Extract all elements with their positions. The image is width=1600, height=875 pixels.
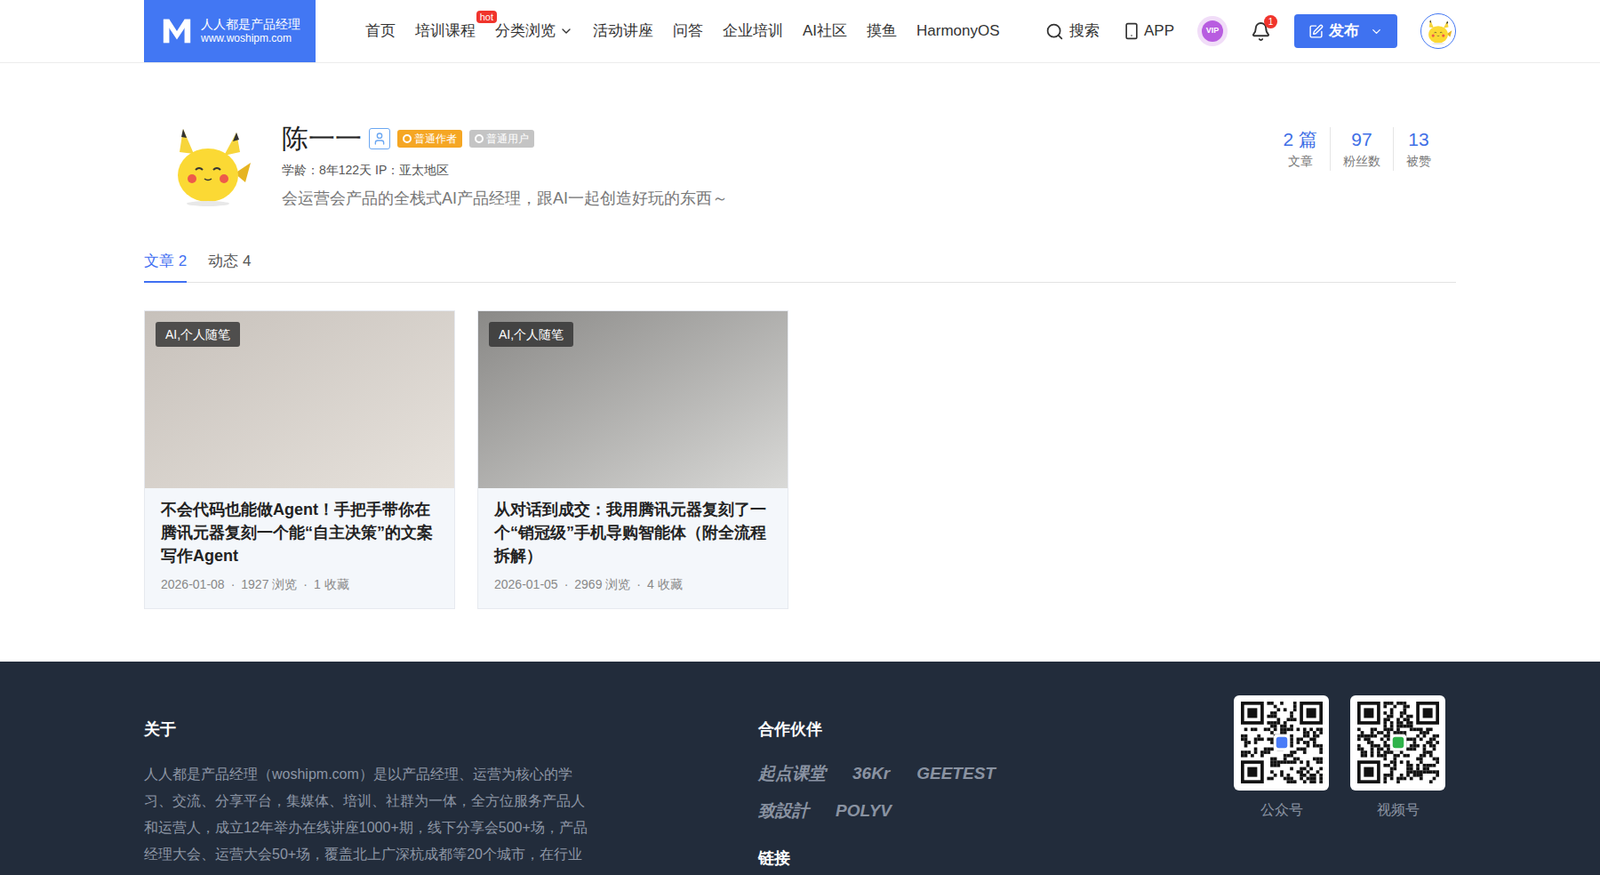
avatar-icon — [163, 120, 253, 209]
links-title: 链接 — [758, 847, 1132, 869]
article-card[interactable]: AI,个人随笔从对话到成交：我用腾讯元器复刻了一个“销冠级”手机导购智能体（附全… — [477, 310, 789, 609]
nav-item[interactable]: 首页 — [365, 19, 396, 43]
stat-label: 被赞 — [1406, 152, 1432, 171]
footer-qrcodes: 公众号 视频号 — [1233, 695, 1446, 869]
partner-logo[interactable]: POLYV — [835, 798, 892, 824]
partner-logo[interactable]: 起点课堂 — [758, 760, 826, 787]
footer: 关于人人都是产品经理（woshipm.com）是以产品经理、运营为核心的学习、交… — [0, 661, 1600, 875]
search-icon — [1045, 22, 1064, 41]
article-meta: 2026-01-08·1927 浏览·1 收藏 — [160, 575, 439, 594]
tab[interactable]: 动态 4 — [208, 249, 251, 283]
logo[interactable]: 人人都是产品经理www.woshipm.com — [144, 0, 316, 63]
partner-logo[interactable]: GEETEST — [916, 760, 996, 787]
nav-item[interactable]: 培训课程hot — [415, 19, 476, 43]
qr-code-icon — [1240, 701, 1323, 784]
article-card[interactable]: AI,个人随笔不会代码也能做Agent！手把手带你在腾讯元器复刻一个能“自主决策… — [144, 310, 456, 609]
publish-button[interactable]: 发布 — [1294, 14, 1398, 48]
avatar-icon — [1424, 16, 1453, 46]
partner-logo[interactable]: 致設計 — [758, 798, 809, 824]
hot-badge: hot — [476, 10, 497, 24]
about-line: 人人都是产品经理（woshipm.com）是以产品经理、运营为核心的学 — [144, 760, 642, 788]
notification-button[interactable]: 1 — [1250, 21, 1272, 42]
nav-item[interactable]: 问答 — [672, 19, 704, 43]
page: 人人都是产品经理www.woshipm.com 首页培训课程hot 分类浏览活动讲座… — [0, 0, 1600, 875]
app-button[interactable]: APP — [1122, 19, 1175, 43]
vip-badge[interactable]: VIP — [1197, 16, 1228, 47]
article-title[interactable]: 不会代码也能做Agent！手把手带你在腾讯元器复刻一个能“自主决策”的文案写作A… — [160, 497, 439, 568]
article-meta: 2026-01-05·2969 浏览·4 收藏 — [494, 575, 772, 594]
footer-partners: 合作伙伴起点课堂36KrGEETEST致設計POLYV链接 — [758, 718, 1132, 869]
qr-label: 视频号 — [1376, 799, 1420, 821]
stat-label: 文章 — [1288, 152, 1313, 171]
top-nav: 人人都是产品经理www.woshipm.com 首页培训课程hot 分类浏览活动讲座… — [0, 0, 1600, 64]
role-badge: 普通用户 — [469, 129, 535, 148]
partner-logo[interactable]: 36Kr — [852, 760, 890, 787]
profile-meta: 学龄：8年122天 IP：亚太地区 — [281, 160, 728, 180]
nav-item[interactable]: 企业培训 — [722, 19, 784, 43]
article-cover: AI,个人随笔 — [478, 311, 788, 488]
search-button[interactable]: 搜索 — [1045, 19, 1100, 43]
stat-value[interactable]: 13 — [1408, 127, 1429, 152]
user-avatar[interactable] — [1420, 13, 1456, 49]
logo-icon — [160, 14, 194, 48]
stat-value[interactable]: 97 — [1351, 127, 1372, 152]
about-line: 习、交流、分享平台，集媒体、培训、社群为一体，全方位服务产品人 — [144, 787, 642, 815]
nav-item[interactable]: HarmonyOS — [916, 19, 1000, 43]
caret-down-icon — [1369, 24, 1384, 39]
qr-code-icon — [1357, 701, 1440, 784]
profile-stats: 2 篇文章 97粉丝数 13被赞 — [1270, 120, 1444, 171]
phone-icon — [1122, 22, 1141, 40]
qr-label: 公众号 — [1260, 799, 1304, 821]
profile-name: 陈一一 — [281, 121, 362, 156]
tab-bar: 文章 2 动态 4 — [144, 249, 1456, 283]
notification-count: 1 — [1264, 15, 1278, 29]
article-list: AI,个人随笔不会代码也能做Agent！手把手带你在腾讯元器复刻一个能“自主决策… — [144, 310, 1456, 609]
about-line: 经理大会、运营大会50+场，覆盖北上广深杭成都等20个城市，在行业 — [144, 840, 642, 868]
article-title[interactable]: 从对话到成交：我用腾讯元器复刻了一个“销冠级”手机导购智能体（附全流程拆解） — [494, 497, 772, 568]
nav-item[interactable]: 活动讲座 — [592, 19, 654, 43]
article-tag: AI,个人随笔 — [488, 321, 574, 347]
nav-item[interactable]: 分类浏览 — [495, 19, 574, 43]
verified-icon — [368, 128, 391, 150]
stat-label: 粉丝数 — [1343, 152, 1381, 171]
logo-title: 人人都是产品经理 — [200, 16, 301, 32]
article-cover: AI,个人随笔 — [144, 311, 455, 488]
stat-value[interactable]: 2 篇 — [1282, 127, 1318, 152]
role-badge: 普通作者 — [397, 129, 463, 148]
about-line: 和运营人，成立12年举办在线讲座1000+期，线下分享会500+场，产品 — [144, 814, 642, 841]
chevron-down-icon — [559, 24, 574, 39]
main-nav: 首页培训课程hot 分类浏览活动讲座问答企业培训 AI社区摸鱼 HarmonyOS — [365, 19, 1000, 43]
nav-item[interactable]: AI社区 — [802, 19, 848, 43]
nav-item[interactable]: 摸鱼 — [866, 19, 897, 43]
footer-about: 关于人人都是产品经理（woshipm.com）是以产品经理、运营为核心的学习、交… — [144, 718, 642, 869]
profile-header: 陈一一 普通作者普通用户学龄：8年122天 IP：亚太地区会运营会产品的全栈式AI… — [144, 63, 1456, 211]
article-tag: AI,个人随笔 — [155, 321, 240, 347]
edit-icon — [1308, 24, 1324, 40]
logo-url: www.woshipm.com — [200, 31, 301, 46]
profile-bio: 会运营会产品的全栈式AI产品经理，跟AI一起创造好玩的东西～ — [281, 186, 728, 211]
tab[interactable]: 文章 2 — [144, 249, 187, 283]
